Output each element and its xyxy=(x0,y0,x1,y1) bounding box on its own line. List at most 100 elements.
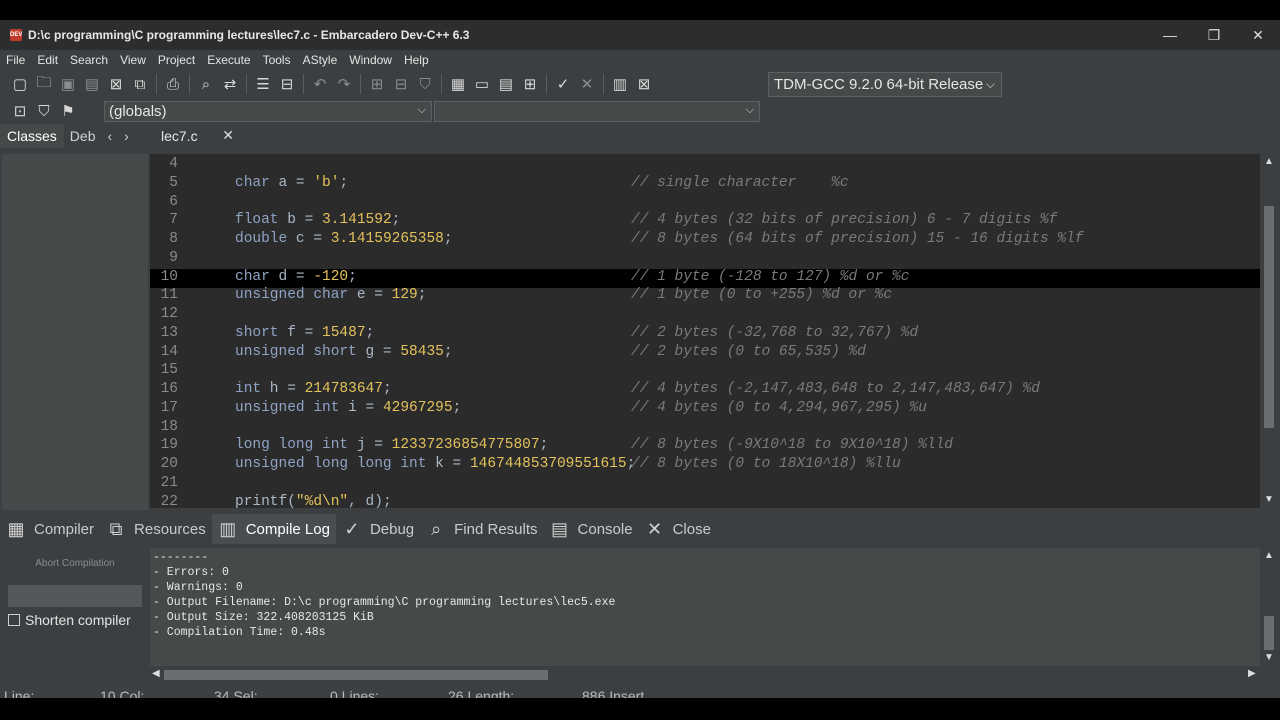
code-line[interactable]: 6 xyxy=(150,194,1260,213)
file-tab[interactable]: lec7.c ✕ xyxy=(150,124,240,148)
code-line[interactable]: 21 xyxy=(150,475,1260,494)
project-options-icon[interactable]: ⛉ xyxy=(413,73,437,95)
find-icon[interactable]: ⌕ xyxy=(194,73,218,95)
code-line[interactable]: 12 xyxy=(150,306,1260,325)
tab-resources[interactable]: ⧉ Resources xyxy=(100,514,212,544)
chevron-right-icon[interactable]: › xyxy=(118,128,135,144)
class-browser[interactable] xyxy=(2,154,148,510)
tab-find-results[interactable]: ⌕ Find Results xyxy=(420,514,543,544)
code-line[interactable]: 8 double c = 3.14159265358; // 8 bytes (64… xyxy=(150,231,1260,250)
scroll-left-icon[interactable]: ◀ xyxy=(152,668,160,679)
minimize-icon[interactable]: — xyxy=(1148,20,1192,50)
code-line[interactable]: 17 unsigned int i = 42967295; // 4 bytes (… xyxy=(150,400,1260,419)
delete-profile-icon[interactable]: ⊠ xyxy=(632,73,656,95)
menu-project[interactable]: Project xyxy=(152,53,201,67)
code-text: unsigned int i = 42967295; xyxy=(235,399,462,416)
scroll-up-icon[interactable]: ▲ xyxy=(1264,550,1274,561)
abort-compilation-button[interactable]: Abort Compilation xyxy=(0,558,150,569)
close-tab-icon[interactable]: ✕ xyxy=(222,127,234,144)
code-line[interactable]: 14 unsigned short g = 58435; // 2 bytes (0… xyxy=(150,344,1260,363)
code-line[interactable]: 13 short f = 15487; // 2 bytes (-32,768 to… xyxy=(150,325,1260,344)
code-line[interactable]: 22 printf("%d\n", d); xyxy=(150,494,1260,509)
replace-icon[interactable]: ⇄ xyxy=(218,73,242,95)
log-line: - Warnings: 0 xyxy=(153,581,243,594)
close-all-icon[interactable]: ⧉ xyxy=(128,73,152,95)
compiler-select[interactable]: TDM-GCC 9.2.0 64-bit Release ⌵ xyxy=(768,72,1002,97)
tab-compile-log[interactable]: ▥ Compile Log xyxy=(211,514,336,544)
scroll-right-icon[interactable]: ▶ xyxy=(1248,668,1256,679)
tab-console[interactable]: ▤ Console xyxy=(544,514,639,544)
scope-combo[interactable]: (globals) ⌵ xyxy=(104,101,432,122)
tab-close[interactable]: ✕ Close xyxy=(639,514,717,544)
save-icon[interactable]: ▣ xyxy=(56,73,80,95)
insert-icon[interactable]: ⊡ xyxy=(8,100,32,122)
code-line[interactable]: 10 char d = -120; // 1 byte (-128 to 127) … xyxy=(150,268,1260,288)
stop-icon[interactable]: ✕ xyxy=(575,73,599,95)
remove-project-icon[interactable]: ⊟ xyxy=(389,73,413,95)
goto-function-icon[interactable]: ⊟ xyxy=(275,73,299,95)
code-line[interactable]: 9 xyxy=(150,250,1260,269)
log-horizontal-scrollbar[interactable]: ◀ ▶ xyxy=(150,666,1260,684)
rebuild-icon[interactable]: ⊞ xyxy=(518,73,542,95)
syntax-check-icon[interactable]: ✓ xyxy=(551,73,575,95)
menu-execute[interactable]: Execute xyxy=(201,53,256,67)
log-vertical-scrollbar[interactable]: ▲ ▼ xyxy=(1260,548,1278,666)
scroll-down-icon[interactable]: ▼ xyxy=(1264,652,1274,663)
close-file-icon[interactable]: ⊠ xyxy=(104,73,128,95)
goto-bookmark-icon[interactable]: ⚑ xyxy=(56,100,80,122)
tab-debug[interactable]: ✓ Debug xyxy=(336,514,420,544)
code-editor[interactable]: 4 5 char a = 'b'; // single character %c 6 7 f… xyxy=(150,154,1260,508)
scroll-up-icon[interactable]: ▲ xyxy=(1264,156,1274,167)
code-line[interactable]: 20 unsigned long long int k = 14674485370… xyxy=(150,456,1260,475)
goto-line-icon[interactable]: ☰ xyxy=(251,73,275,95)
compile-run-icon[interactable]: ▤ xyxy=(494,73,518,95)
log-line: - Errors: 0 xyxy=(153,566,229,579)
print-icon[interactable]: ⎙ xyxy=(161,73,185,95)
new-project-icon[interactable]: ⊞ xyxy=(365,73,389,95)
redo-icon[interactable]: ↷ xyxy=(332,73,356,95)
code-line[interactable]: 7 float b = 3.141592; // 4 bytes (32 bits … xyxy=(150,212,1260,231)
menu-view[interactable]: View xyxy=(114,53,152,67)
tab-classes[interactable]: Classes xyxy=(0,124,64,148)
compile-icon[interactable]: ▦ xyxy=(446,73,470,95)
undo-icon[interactable]: ↶ xyxy=(308,73,332,95)
tab-compiler[interactable]: ▦ Compiler xyxy=(0,514,100,544)
menu-window[interactable]: Window xyxy=(343,53,398,67)
run-icon[interactable]: ▭ xyxy=(470,73,494,95)
restore-icon[interactable]: ❐ xyxy=(1192,20,1236,50)
menu-help[interactable]: Help xyxy=(398,53,435,67)
code-line[interactable]: 18 xyxy=(150,419,1260,438)
line-number: 4 xyxy=(169,156,178,172)
tab-debug[interactable]: Deb xyxy=(64,128,102,144)
code-line[interactable]: 5 char a = 'b'; // single character %c xyxy=(150,175,1260,194)
code-line[interactable]: 15 xyxy=(150,362,1260,381)
open-folder-icon[interactable]: 🗀 xyxy=(32,73,56,95)
log-line: -------- xyxy=(153,551,209,564)
bar-chart-icon: ▥ xyxy=(219,518,237,539)
code-line[interactable]: 16 int h = 214783647; // 4 bytes (-2,147,4… xyxy=(150,381,1260,400)
editor-vertical-scrollbar[interactable]: ▲ ▼ xyxy=(1260,154,1278,508)
scroll-thumb[interactable] xyxy=(164,670,548,680)
code-line[interactable]: 4 xyxy=(150,156,1260,175)
new-file-icon[interactable]: ▢ xyxy=(8,73,32,95)
profile-icon[interactable]: ▥ xyxy=(608,73,632,95)
scroll-down-icon[interactable]: ▼ xyxy=(1264,494,1274,505)
code-line[interactable]: 11 unsigned char e = 129; // 1 byte (0 to … xyxy=(150,287,1260,306)
close-window-icon[interactable]: ✕ xyxy=(1236,20,1280,50)
scroll-thumb[interactable] xyxy=(1264,206,1274,428)
checkbox-box[interactable] xyxy=(8,614,20,626)
menu-astyle[interactable]: AStyle xyxy=(297,53,344,67)
tab-label: Compiler xyxy=(34,520,95,538)
save-all-icon[interactable]: ▤ xyxy=(80,73,104,95)
menu-tools[interactable]: Tools xyxy=(257,53,297,67)
menu-search[interactable]: Search xyxy=(64,53,114,67)
code-line[interactable]: 19 long long int j = 12337236854775807; //… xyxy=(150,437,1260,456)
scroll-thumb[interactable] xyxy=(1264,616,1274,650)
bookmark-icon[interactable]: ⛉ xyxy=(32,100,56,122)
chevron-left-icon[interactable]: ‹ xyxy=(101,128,118,144)
member-combo[interactable]: ⌵ xyxy=(434,101,760,122)
compile-log-output[interactable]: -------- - Errors: 0 - Warnings: 0 - Output… xyxy=(150,548,1260,666)
shorten-compiler-checkbox[interactable]: Shorten compiler xyxy=(8,612,131,628)
menu-edit[interactable]: Edit xyxy=(31,53,64,67)
menu-file[interactable]: File xyxy=(0,53,31,67)
